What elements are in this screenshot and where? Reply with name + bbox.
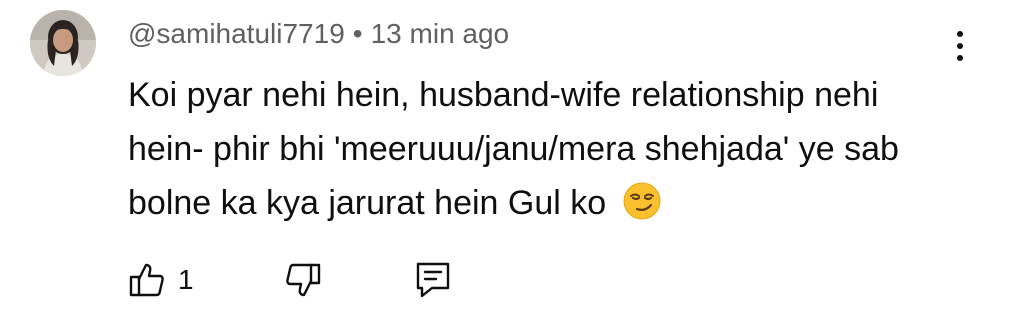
- meta-separator: •: [352, 18, 363, 49]
- more-vertical-icon-dot: [957, 31, 963, 37]
- more-vertical-icon-dot: [957, 55, 963, 61]
- comment-card: @samihatuli7719 • 13 min ago Koi pyar nehi…: [0, 0, 1024, 334]
- thumbs-down-icon: [284, 261, 322, 299]
- avatar[interactable]: [30, 10, 96, 76]
- comment-header: @samihatuli7719 • 13 min ago: [128, 12, 978, 56]
- more-options-button[interactable]: [944, 22, 976, 70]
- avatar-image: [30, 10, 96, 76]
- author-name[interactable]: @samihatuli7719: [128, 18, 345, 49]
- dislike-button[interactable]: [284, 261, 322, 299]
- comment-text: Koi pyar nehi hein, husband-wife relatio…: [128, 76, 899, 222]
- comment-content: @samihatuli7719 • 13 min ago Koi pyar nehi…: [128, 12, 978, 230]
- comment-timestamp[interactable]: 13 min ago: [371, 18, 510, 49]
- reply-button[interactable]: [414, 260, 452, 300]
- reply-comment-icon: [414, 260, 452, 300]
- comment-body: Koi pyar nehi hein, husband-wife relatio…: [128, 68, 948, 230]
- like-button[interactable]: 1: [128, 261, 194, 299]
- like-count: 1: [178, 264, 194, 295]
- more-vertical-icon-dot: [957, 43, 963, 49]
- comment-actions: 1: [128, 258, 452, 302]
- smirking-face-emoji: [622, 181, 662, 221]
- thumbs-up-icon: [128, 261, 166, 299]
